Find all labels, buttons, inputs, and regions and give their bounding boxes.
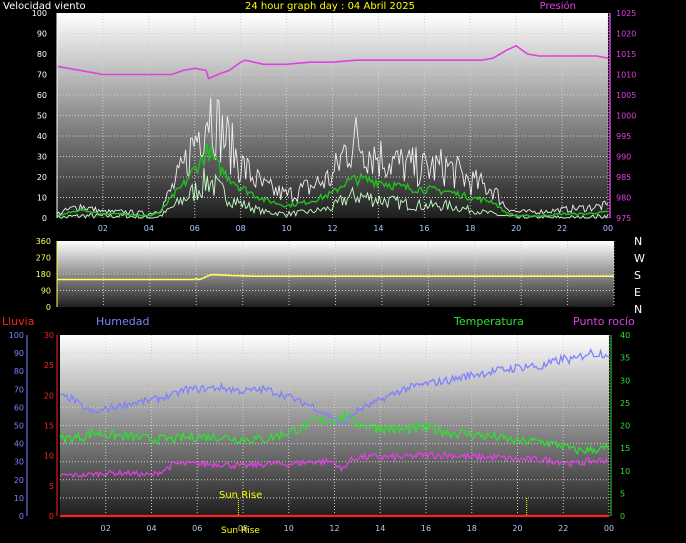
rain-tick-label: 0 bbox=[49, 512, 54, 521]
hour-tick-label: 08 bbox=[236, 224, 246, 233]
wind-tick-label: 70 bbox=[37, 71, 47, 80]
wind-tick-label: 40 bbox=[37, 132, 47, 141]
hour-tick-label: 20 bbox=[512, 524, 522, 533]
pressure-tick-label: 1025 bbox=[616, 9, 636, 18]
compass-label: N bbox=[634, 303, 642, 316]
hour-tick-label: 10 bbox=[281, 224, 291, 233]
rain-tick-label: 30 bbox=[44, 331, 54, 340]
graph-title: 24 hour graph day : 04 Abril 2025 bbox=[245, 1, 415, 12]
hour-tick-label: 04 bbox=[146, 524, 156, 533]
wind-tick-label: 90 bbox=[37, 30, 47, 39]
rain-tick-label: 20 bbox=[44, 391, 54, 400]
hour-tick-label: 12 bbox=[327, 224, 337, 233]
hour-tick-label: 22 bbox=[557, 224, 567, 233]
compass-label: S bbox=[634, 269, 641, 282]
hour-tick-label: 02 bbox=[101, 524, 111, 533]
compass-label: N bbox=[634, 235, 642, 248]
humidity-tick-label: 80 bbox=[14, 367, 24, 376]
hour-tick-label: 16 bbox=[419, 224, 429, 233]
hour-tick-label: 12 bbox=[329, 524, 339, 533]
direction-tick-label: 0 bbox=[46, 303, 51, 312]
temperature-tick-label: 30 bbox=[620, 376, 630, 385]
pressure-tick-label: 995 bbox=[616, 132, 631, 141]
hour-tick-label: 18 bbox=[465, 224, 475, 233]
humidity-tick-label: 60 bbox=[14, 403, 24, 412]
pressure-tick-label: 990 bbox=[616, 153, 631, 162]
pressure-tick-label: 1005 bbox=[616, 91, 636, 100]
wind-tick-label: 20 bbox=[37, 173, 47, 182]
pressure-tick-label: 975 bbox=[616, 214, 631, 223]
pressure-tick-label: 985 bbox=[616, 173, 631, 182]
pressure-tick-label: 1020 bbox=[616, 30, 636, 39]
humidity-tick-label: 70 bbox=[14, 385, 24, 394]
hour-tick-label: 04 bbox=[144, 224, 154, 233]
direction-tick-label: 270 bbox=[36, 254, 51, 263]
rain-tick-label: 15 bbox=[44, 422, 54, 431]
rain-tick-label: 25 bbox=[44, 361, 54, 370]
humidity-tick-label: 20 bbox=[14, 476, 24, 485]
sunrise-time-label: Sun Rise bbox=[221, 526, 260, 536]
humidity-tick-label: 100 bbox=[9, 331, 24, 340]
hour-tick-label: 00 bbox=[604, 524, 614, 533]
temperature-tick-label: 10 bbox=[620, 467, 630, 476]
temperature-tick-label: 40 bbox=[620, 331, 630, 340]
temperature-tick-label: 15 bbox=[620, 444, 630, 453]
temperature-tick-label: 20 bbox=[620, 422, 630, 431]
compass-label: W bbox=[634, 252, 645, 265]
wind-tick-label: 30 bbox=[37, 153, 47, 162]
temperature-axis-label: Temperatura bbox=[453, 315, 524, 328]
hour-tick-label: 16 bbox=[421, 524, 431, 533]
hour-tick-label: 22 bbox=[558, 524, 568, 533]
temperature-tick-label: 0 bbox=[620, 512, 625, 521]
direction-tick-label: 180 bbox=[36, 270, 51, 279]
humidity-tick-label: 50 bbox=[14, 422, 24, 431]
compass-label: E bbox=[634, 286, 641, 299]
rain-tick-label: 5 bbox=[49, 482, 54, 491]
hour-tick-label: 00 bbox=[603, 224, 613, 233]
humidity-tick-label: 40 bbox=[14, 440, 24, 449]
temperature-tick-label: 25 bbox=[620, 399, 630, 408]
sunrise-annotation: Sun Rise bbox=[219, 490, 262, 501]
hour-tick-label: 18 bbox=[467, 524, 477, 533]
wind-speed-axis-label: Velocidad viento bbox=[3, 1, 86, 12]
humidity-tick-label: 90 bbox=[14, 349, 24, 358]
wind-tick-label: 0 bbox=[42, 214, 47, 223]
humidity-axis-label: Humedad bbox=[96, 315, 149, 328]
direction-tick-label: 90 bbox=[41, 287, 51, 296]
pressure-tick-label: 1010 bbox=[616, 71, 636, 80]
direction-tick-label: 360 bbox=[36, 237, 51, 246]
weather-graph-canvas: 0102030405060708090100975980985990995100… bbox=[2, 0, 645, 536]
hour-tick-label: 14 bbox=[373, 224, 383, 233]
pressure-tick-label: 1015 bbox=[616, 50, 636, 59]
hour-tick-label: 06 bbox=[190, 224, 200, 233]
wind-tick-label: 60 bbox=[37, 91, 47, 100]
pressure-axis-label: Presión bbox=[540, 0, 576, 12]
temperature-tick-label: 5 bbox=[620, 489, 625, 498]
humidity-tick-label: 30 bbox=[14, 458, 24, 467]
hour-tick-label: 14 bbox=[375, 524, 385, 533]
hour-tick-label: 20 bbox=[511, 224, 521, 233]
pressure-tick-label: 1000 bbox=[616, 112, 636, 121]
humidity-tick-label: 10 bbox=[14, 494, 24, 503]
wind-tick-label: 50 bbox=[37, 112, 47, 121]
wind-tick-label: 80 bbox=[37, 50, 47, 59]
pressure-tick-label: 980 bbox=[616, 194, 631, 203]
rain-tick-label: 10 bbox=[44, 452, 54, 461]
dewpoint-axis-label: Punto rocío bbox=[573, 315, 635, 328]
hour-tick-label: 06 bbox=[192, 524, 202, 533]
hour-tick-label: 10 bbox=[284, 524, 294, 533]
temperature-tick-label: 35 bbox=[620, 354, 630, 363]
rain-axis-label: Lluvia bbox=[2, 315, 34, 328]
hour-tick-label: 02 bbox=[98, 224, 108, 233]
wind-tick-label: 10 bbox=[37, 194, 47, 203]
humidity-tick-label: 0 bbox=[19, 512, 24, 521]
